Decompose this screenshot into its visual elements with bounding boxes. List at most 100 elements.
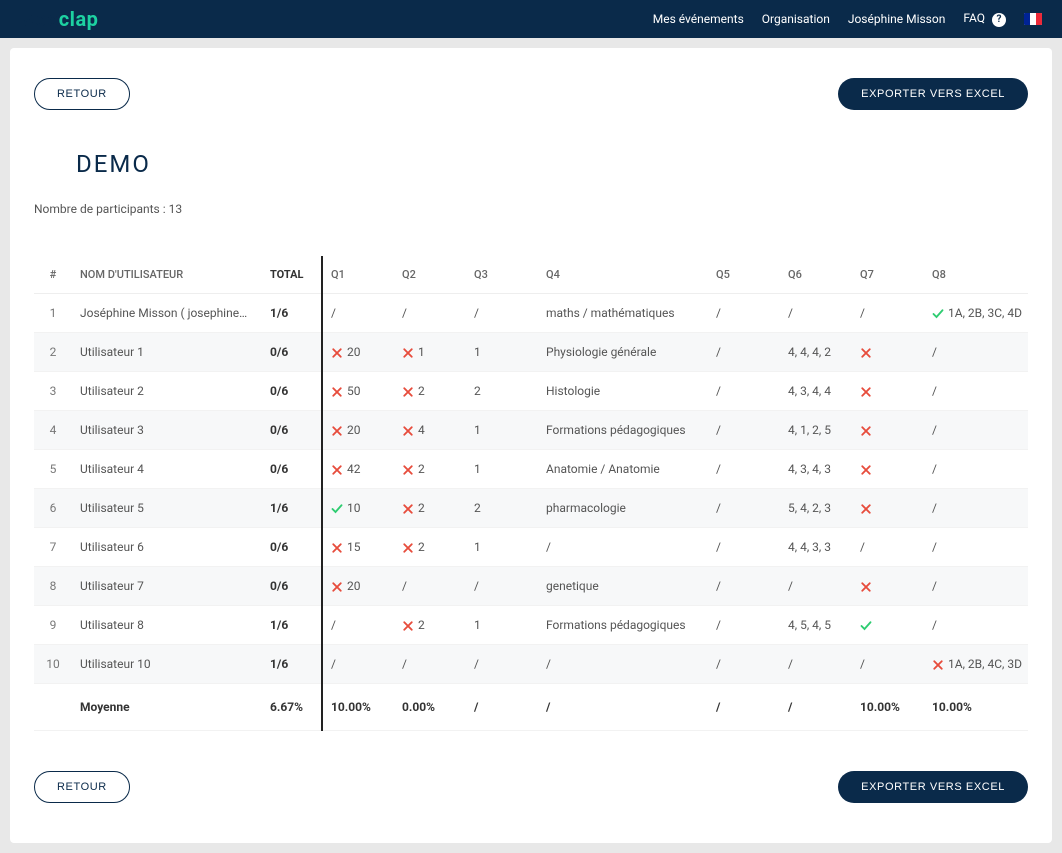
hdr-q5: Q5: [708, 256, 780, 294]
table-cell: genetique: [538, 567, 708, 606]
cell-text: /: [331, 618, 336, 632]
cell-text: Formations pédagogiques: [546, 423, 686, 437]
table-cell: /: [708, 333, 780, 372]
cell-total: 1/6: [262, 489, 322, 528]
table-cell: /: [322, 606, 394, 645]
table-cell: 42: [322, 450, 394, 489]
table-row: 7Utilisateur 60/61521//4, 4, 3, 3///: [34, 528, 1028, 567]
hdr-q1: Q1: [322, 256, 394, 294]
table-cell: /: [466, 645, 538, 684]
cell-text: 1: [474, 618, 481, 632]
cell-avg-total: 6.67%: [262, 684, 322, 731]
hdr-q3: Q3: [466, 256, 538, 294]
table-cell: 1A, 2B, 4C, 3D: [924, 645, 1028, 684]
table-row: 3Utilisateur 20/65022Histologie/4, 3, 4,…: [34, 372, 1028, 411]
cell-text: 5, 4, 2, 3: [788, 501, 831, 515]
cell-total: 0/6: [262, 333, 322, 372]
correct-icon: [331, 503, 343, 515]
cell-avg-q1: 10.00%: [322, 684, 394, 731]
table-average-row: Moyenne6.67%10.00%0.00%////10.00%10.00%1…: [34, 684, 1028, 731]
table-cell: 15: [322, 528, 394, 567]
cell-text: /: [474, 657, 479, 671]
cell-text: /: [932, 618, 937, 632]
cell-text: /: [716, 345, 721, 359]
top-navbar: wooclap Mes événements Organisation José…: [0, 0, 1062, 38]
table-cell: [852, 411, 924, 450]
nav-faq-link[interactable]: FAQ ?: [963, 11, 1006, 27]
cell-text: /: [716, 618, 721, 632]
cell-username: Utilisateur 8: [72, 606, 262, 645]
cell-username: Utilisateur 2: [72, 372, 262, 411]
nav-organisation-link[interactable]: Organisation: [762, 12, 830, 26]
wrong-icon: [402, 386, 414, 398]
cell-avg-q7: 10.00%: [852, 684, 924, 731]
cell-text: 42: [347, 462, 361, 476]
nav-right: Mes événements Organisation Joséphine Mi…: [653, 11, 1042, 27]
wrong-icon: [860, 581, 872, 593]
hdr-q4: Q4: [538, 256, 708, 294]
cell-text: /: [474, 306, 479, 320]
table-cell: /: [852, 528, 924, 567]
cell-text: /: [402, 579, 407, 593]
cell-text: /: [716, 306, 721, 320]
cell-text: /: [546, 540, 551, 554]
cell-text: /: [932, 501, 937, 515]
export-excel-button-bottom[interactable]: EXPORTER VERS EXCEL: [838, 771, 1028, 803]
nav-events-link[interactable]: Mes événements: [653, 12, 744, 26]
table-cell: 2: [466, 372, 538, 411]
cell-text: Anatomie / Anatomie: [546, 462, 660, 476]
cell-text: /: [716, 657, 721, 671]
table-cell: [852, 567, 924, 606]
cell-username: Utilisateur 3: [72, 411, 262, 450]
table-cell: Anatomie / Anatomie: [538, 450, 708, 489]
table-header-row: # NOM D'UTILISATEUR TOTAL Q1 Q2 Q3 Q4 Q5…: [34, 256, 1028, 294]
cell-index: 9: [34, 606, 72, 645]
correct-icon: [860, 620, 872, 632]
cell-text: 1A, 2B, 4C, 3D: [948, 657, 1022, 671]
table-cell: 4, 4, 3, 3: [780, 528, 852, 567]
table-cell: /: [924, 333, 1028, 372]
cell-avg-q2: 0.00%: [394, 684, 466, 731]
cell-index: 7: [34, 528, 72, 567]
cell-username: Utilisateur 10: [72, 645, 262, 684]
table-row: 2Utilisateur 10/62011Physiologie général…: [34, 333, 1028, 372]
cell-text: 2: [418, 462, 425, 476]
brand-logo[interactable]: wooclap: [20, 7, 98, 31]
cell-avg-q6: /: [780, 684, 852, 731]
cell-total: 0/6: [262, 567, 322, 606]
cell-text: 2: [418, 618, 425, 632]
table-cell: 2: [394, 450, 466, 489]
export-excel-button-top[interactable]: EXPORTER VERS EXCEL: [838, 78, 1028, 110]
table-cell: [852, 450, 924, 489]
cell-text: /: [788, 306, 793, 320]
participants-count: Nombre de participants : 13: [34, 202, 1028, 216]
back-button-top[interactable]: RETOUR: [34, 78, 130, 110]
table-cell: /: [394, 567, 466, 606]
cell-avg-q3: /: [466, 684, 538, 731]
cell-username: Utilisateur 1: [72, 333, 262, 372]
hdr-q7: Q7: [852, 256, 924, 294]
table-cell: /: [852, 645, 924, 684]
table-cell: 1: [466, 528, 538, 567]
table-cell: /: [466, 294, 538, 333]
correct-icon: [932, 308, 944, 320]
cell-text: 4, 4, 3, 3: [788, 540, 831, 554]
table-cell: /: [708, 606, 780, 645]
page-title: DEMO: [76, 150, 1028, 178]
nav-username-link[interactable]: Joséphine Misson: [848, 12, 946, 26]
cell-text: 1: [474, 345, 481, 359]
back-button-bottom[interactable]: RETOUR: [34, 771, 130, 803]
wrong-icon: [402, 503, 414, 515]
table-cell: 4, 1, 2, 5: [780, 411, 852, 450]
table-cell: 4, 5, 4, 5: [780, 606, 852, 645]
cell-text: /: [788, 657, 793, 671]
cell-text: /: [716, 540, 721, 554]
table-row: 5Utilisateur 40/64221Anatomie / Anatomie…: [34, 450, 1028, 489]
table-cell: /: [394, 294, 466, 333]
language-flag-fr-icon[interactable]: [1024, 13, 1042, 25]
cell-text: 4, 3, 4, 4: [788, 384, 831, 398]
table-cell: 50: [322, 372, 394, 411]
wrong-icon: [402, 464, 414, 476]
table-cell: [852, 489, 924, 528]
table-cell: /: [538, 528, 708, 567]
